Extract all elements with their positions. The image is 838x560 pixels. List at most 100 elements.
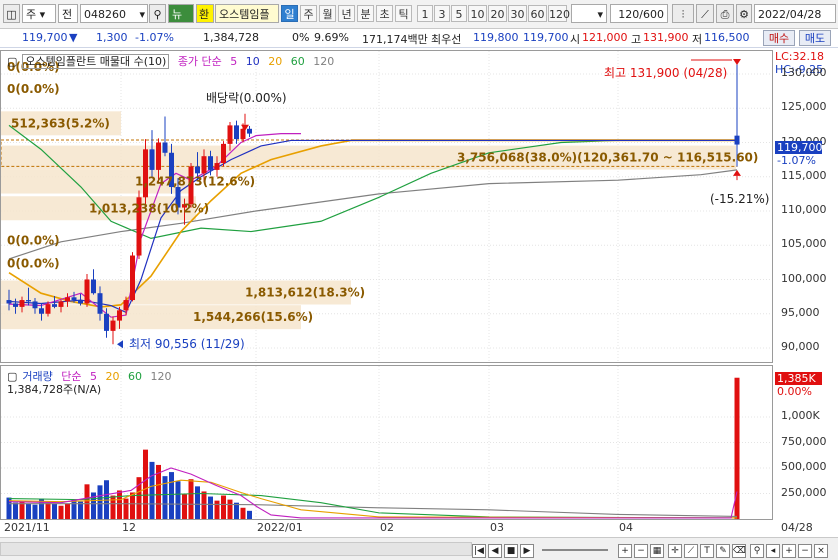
period-button-4[interactable]: 분 bbox=[357, 5, 374, 22]
legend-ma10: 10 bbox=[245, 55, 260, 68]
ruler-icon[interactable]: ⟋ bbox=[684, 544, 698, 558]
low-label: 저 bbox=[692, 33, 703, 46]
min-marker-icon bbox=[117, 340, 123, 349]
price-candle bbox=[195, 166, 200, 174]
interval-button-10[interactable]: 10 bbox=[468, 5, 487, 22]
x-axis-label: 03 bbox=[490, 521, 504, 534]
legend-checkbox-icon[interactable]: ▢ bbox=[7, 55, 17, 68]
price-y-tick: 90,000 bbox=[781, 340, 820, 353]
close-icon[interactable]: × bbox=[814, 544, 828, 558]
price-y-tick: 115,000 bbox=[781, 168, 827, 182]
legend-title: 오스템임플란트 매물대 수(10) bbox=[22, 54, 170, 69]
price-candle bbox=[104, 313, 109, 331]
volume-bar bbox=[143, 449, 148, 519]
x-axis-label: 12 bbox=[122, 521, 136, 534]
grid-icon[interactable]: ▦ bbox=[650, 544, 664, 558]
zero-pct-value: 0% bbox=[292, 31, 310, 44]
price-change-pct: -1.07% bbox=[135, 31, 174, 44]
plus-icon[interactable]: + bbox=[782, 544, 796, 558]
interval-button-1[interactable]: 1 bbox=[417, 5, 433, 22]
stop-icon[interactable]: ■ bbox=[504, 544, 518, 558]
volume-bar bbox=[123, 498, 129, 519]
interval-button-30[interactable]: 30 bbox=[508, 5, 527, 22]
eraser-icon[interactable]: ⌫ bbox=[732, 544, 746, 558]
x-axis-label: 02 bbox=[380, 521, 394, 534]
volume-profile-label: 0(0.0%) bbox=[7, 82, 60, 96]
open-price: 121,000 bbox=[582, 31, 628, 44]
market-type-select[interactable]: 주 ▾ bbox=[22, 4, 56, 23]
period-button-3[interactable]: 년 bbox=[338, 5, 355, 22]
gear-icon[interactable]: ⚙ bbox=[736, 4, 752, 23]
minus-icon[interactable]: − bbox=[798, 544, 812, 558]
zoom-in-icon[interactable]: + bbox=[618, 544, 632, 558]
trend-line-icon[interactable]: ⟋ bbox=[696, 4, 714, 23]
scroll-first-icon[interactable]: |◀ bbox=[472, 544, 486, 558]
volume-bar bbox=[13, 502, 18, 519]
price-candle bbox=[156, 142, 161, 170]
price-change: 1,300 bbox=[96, 31, 128, 44]
period-button-5[interactable]: 초 bbox=[376, 5, 393, 22]
price-candle bbox=[149, 149, 155, 170]
price-chart-canvas: 0(0.0%) 0(0.0%) 512,363(5.2%) 3,756,068(38.… bbox=[1, 51, 772, 362]
market-type-value: 주 bbox=[26, 8, 37, 21]
volume-bar bbox=[175, 481, 181, 519]
volume-profile-label: 1,247,873(12.6%) bbox=[135, 175, 255, 189]
zoom-slider[interactable] bbox=[542, 549, 608, 551]
volume-y-tick: 500,000 bbox=[781, 460, 827, 473]
price-candle bbox=[143, 149, 148, 198]
display-count-field[interactable]: 120/600 bbox=[610, 4, 668, 23]
stock-code-input[interactable]: 048260 ▾ bbox=[80, 4, 148, 23]
current-pct-tag: -1.07% bbox=[777, 154, 816, 167]
chart-toolbar: ◫ 주 ▾ 전 048260 ▾ ⚲ 뉴 환 오스템임플 ▾ 120/600 ⫶ … bbox=[0, 0, 838, 29]
buy-button[interactable]: 매수 bbox=[763, 30, 795, 46]
interval-button-60[interactable]: 60 bbox=[528, 5, 547, 22]
exchange-button[interactable]: 환 bbox=[196, 4, 214, 23]
window-menu-icon[interactable]: ◫ bbox=[3, 4, 20, 23]
volume-y-tick: 1,000K bbox=[781, 409, 820, 422]
volume-bar bbox=[201, 491, 207, 519]
zoom-out-icon[interactable]: − bbox=[634, 544, 648, 558]
interval-button-20[interactable]: 20 bbox=[488, 5, 507, 22]
horizontal-scrollbar[interactable] bbox=[0, 542, 472, 556]
volume-profile-label: 1,813,612(18.3%) bbox=[245, 286, 365, 300]
interval-button-3[interactable]: 3 bbox=[434, 5, 450, 22]
print-icon[interactable]: ⎙ bbox=[716, 4, 734, 23]
interval-button-120[interactable]: 120 bbox=[548, 5, 570, 22]
trade-value: 171,174백만 bbox=[362, 33, 428, 46]
chart-type-icon[interactable]: ⫶ bbox=[672, 4, 694, 23]
interval-dropdown[interactable]: ▾ bbox=[571, 4, 607, 23]
left-arrow-icon[interactable]: ◂ bbox=[766, 544, 780, 558]
text-icon[interactable]: T bbox=[700, 544, 714, 558]
pencil-icon[interactable]: ✎ bbox=[716, 544, 730, 558]
crosshair-icon[interactable]: ✛ bbox=[668, 544, 682, 558]
period-button-1[interactable]: 주 bbox=[300, 5, 317, 22]
volume-bar bbox=[169, 472, 174, 519]
period-button-6[interactable]: 틱 bbox=[395, 5, 412, 22]
price-candle bbox=[65, 297, 70, 302]
volume-bar bbox=[149, 461, 155, 519]
scroll-prev-icon[interactable]: ◀ bbox=[488, 544, 502, 558]
date-field[interactable]: 2022/04/28 bbox=[754, 4, 836, 23]
current-price: 119,700 bbox=[22, 31, 68, 44]
price-chart-pane[interactable]: 0(0.0%) 0(0.0%) 512,363(5.2%) 3,756,068(38.… bbox=[0, 50, 773, 363]
period-button-2[interactable]: 월 bbox=[319, 5, 336, 22]
volume-y-tick: 250,000 bbox=[781, 485, 827, 499]
news-button[interactable]: 뉴 bbox=[168, 4, 194, 23]
price-candle bbox=[52, 304, 57, 307]
volume-bar bbox=[65, 503, 70, 519]
sell-button[interactable]: 매도 bbox=[799, 30, 831, 46]
magnifier-icon[interactable]: ⚲ bbox=[750, 544, 764, 558]
volume-bar bbox=[52, 503, 57, 519]
period-button-0[interactable]: 일 bbox=[281, 5, 298, 22]
max-price-annotation: 최고 131,900 (04/28) bbox=[604, 66, 728, 80]
price-candle bbox=[162, 142, 168, 153]
price-y-tick: 125,000 bbox=[781, 100, 827, 114]
search-icon[interactable]: ⚲ bbox=[149, 4, 166, 23]
volume-profile-label: 1,013,238(10.2%) bbox=[89, 201, 209, 215]
interval-button-5[interactable]: 5 bbox=[451, 5, 467, 22]
scope-select[interactable]: 전 bbox=[58, 4, 78, 23]
last-price-candle bbox=[734, 135, 740, 145]
volume-chart-pane[interactable]: ▢ 거래량 단순 5 20 60 120 1,384,728주(N/A) bbox=[0, 365, 773, 520]
min-price-annotation: 최저 90,556 (11/29) bbox=[129, 337, 245, 351]
scroll-next-icon[interactable]: ▶ bbox=[520, 544, 534, 558]
